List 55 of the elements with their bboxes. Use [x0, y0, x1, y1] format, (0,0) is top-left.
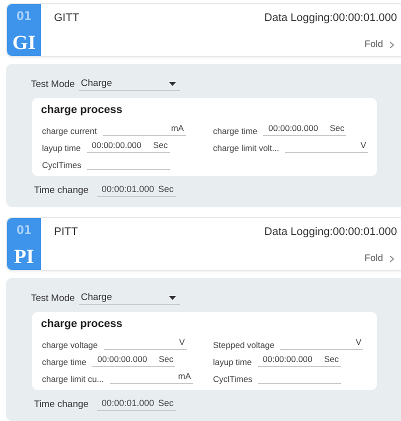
field-label: charge time: [42, 357, 86, 367]
input-field[interactable]: 00:00:00.000 Sec: [92, 354, 176, 367]
unit-label: mA: [171, 123, 184, 134]
field-label: Test Mode: [31, 79, 75, 90]
input-field[interactable]: V: [285, 140, 368, 153]
field-label: Test Mode: [31, 293, 75, 304]
test-mode-dropdown[interactable]: Charge: [78, 292, 180, 305]
input-field[interactable]: 00:00:00.000 Sec: [86, 140, 170, 153]
step-name: PITT: [54, 226, 78, 238]
data-logging-text: Data Logging:00:00:01.000: [264, 12, 397, 24]
unit-label: mA: [178, 371, 191, 382]
section-title: charge process: [41, 318, 124, 330]
field-label: CyclTimes: [42, 160, 82, 170]
input-field[interactable]: 00:00:01.000 Sec: [96, 184, 176, 197]
chevron-right-icon: [389, 254, 395, 262]
field-label: charge limit cu...: [42, 374, 104, 384]
step-abbreviation: GI: [12, 33, 36, 53]
unit-label: Sec: [330, 123, 344, 134]
fold-button[interactable]: Fold: [362, 39, 397, 50]
test-mode-dropdown[interactable]: Charge: [78, 78, 180, 91]
input-field[interactable]: 00:00:00.000 Sec: [258, 354, 341, 367]
unit-label: V: [356, 337, 362, 348]
unit-label: Sec: [324, 354, 339, 365]
unit-label: V: [360, 140, 366, 151]
unit-label: Sec: [158, 398, 174, 409]
fold-button[interactable]: Fold: [362, 253, 397, 264]
input-field[interactable]: V: [104, 337, 187, 350]
field-label: layup time: [213, 357, 252, 367]
input-field[interactable]: V: [280, 337, 364, 350]
input-field[interactable]: mA: [110, 371, 193, 384]
unit-label: Sec: [158, 184, 174, 195]
step-abbreviation: PI: [14, 247, 34, 267]
dropdown-caret-icon: [168, 296, 176, 300]
field-label: charge limit volt...: [213, 143, 280, 153]
field-label: charge time: [213, 126, 258, 136]
step-name: GITT: [54, 12, 80, 24]
field-label: CyclTimes: [213, 374, 252, 384]
unit-label: Sec: [158, 354, 174, 365]
field-label: Time change: [34, 185, 89, 196]
chevron-right-icon: [389, 40, 395, 48]
unit-label: V: [179, 337, 185, 348]
field-label: charge voltage: [42, 340, 98, 350]
input-field[interactable]: 00:00:01.000 Sec: [96, 398, 176, 411]
input-field[interactable]: mA: [102, 123, 186, 136]
field-label: Stepped voltage: [213, 340, 274, 350]
field-label: layup time: [42, 143, 81, 153]
section-title: charge process: [41, 104, 124, 116]
input-field[interactable]: 00:00:00.000 Sec: [263, 123, 346, 136]
data-logging-text: Data Logging:00:00:01.000: [264, 226, 397, 238]
dropdown-caret-icon: [168, 82, 176, 86]
step-number: 01: [16, 223, 32, 237]
field-label: charge current: [42, 126, 97, 136]
unit-label: Sec: [153, 140, 168, 151]
field-label: Time change: [34, 399, 89, 410]
step-number: 01: [16, 9, 32, 23]
